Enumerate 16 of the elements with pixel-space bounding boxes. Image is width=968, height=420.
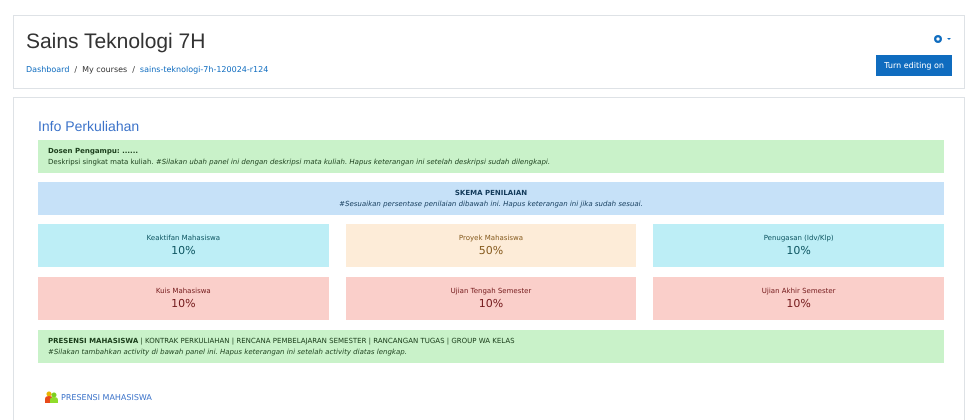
grade-percentage: 10% <box>786 244 811 257</box>
breadcrumb-link[interactable]: sains-teknologi-7h-120024-r124 <box>140 65 268 74</box>
section-title: Info Perkuliahan <box>38 118 140 134</box>
grade-percentage: 10% <box>478 297 504 310</box>
grade-percentage: 10% <box>171 244 196 257</box>
turn-editing-on-button[interactable]: Turn editing on <box>876 55 952 76</box>
grade-percentage: 10% <box>171 297 196 310</box>
grade-percentage: 50% <box>478 244 504 257</box>
breadcrumb-link[interactable]: Dashboard <box>26 65 70 74</box>
breadcrumb-separator: / <box>74 65 78 74</box>
breadcrumb-link[interactable]: My courses <box>82 65 128 74</box>
attendance-link[interactable]: PRESENSI MAHASISWA <box>61 392 152 402</box>
breadcrumb-separator: / <box>132 65 135 74</box>
grade-percentage: 10% <box>786 297 811 310</box>
course-title: Sains Teknologi 7H <box>26 30 206 54</box>
attendance-icon <box>44 391 58 403</box>
